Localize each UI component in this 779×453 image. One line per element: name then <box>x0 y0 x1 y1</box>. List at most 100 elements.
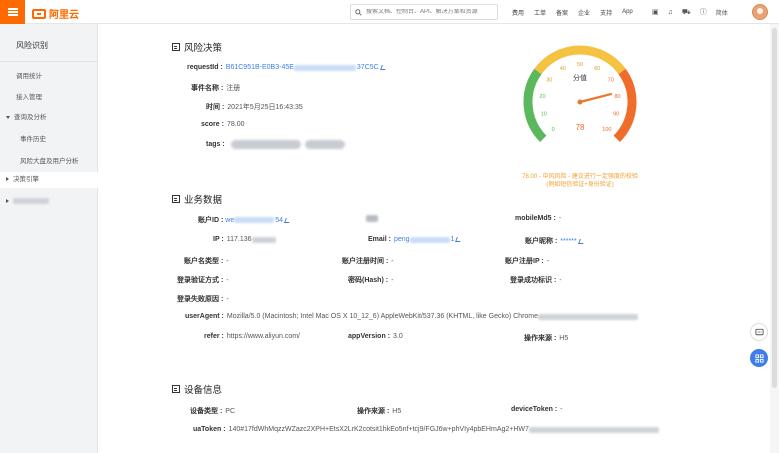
redacted-text <box>234 217 275 223</box>
mobile-label: mobileMd5 : <box>515 215 556 222</box>
language-selector[interactable]: 简体 <box>716 8 728 17</box>
user-agent-label: userAgent : <box>185 313 224 320</box>
app-version-value: 3.0 <box>393 333 403 340</box>
account-type-value: - <box>226 257 229 265</box>
sidebar-item-access-management[interactable]: 接入管理 <box>16 91 42 101</box>
scrollbar-thumb[interactable] <box>772 28 777 388</box>
email-value[interactable]: peng <box>394 236 410 243</box>
nav-link-support[interactable]: 支持 <box>600 8 612 17</box>
global-search[interactable] <box>350 4 498 20</box>
device-token-value: - <box>560 406 563 413</box>
gauge-tick-label: 20 <box>539 94 545 100</box>
apps-float-button[interactable] <box>750 349 768 367</box>
request-id-value[interactable]: B61C951B-E0B3-45E <box>226 64 294 71</box>
top-links: 费用 工单 备案 企业 支持 App <box>512 0 633 24</box>
nav-link-tickets[interactable]: 工单 <box>534 8 546 17</box>
sidebar-item-usage-stats[interactable]: 调用统计 <box>16 70 42 80</box>
top-icons: ▣ ♫ ⛟ ⓘ 简体 <box>652 0 728 24</box>
gauge-tick-label: 80 <box>614 94 620 100</box>
gauge-arc-high <box>613 68 637 142</box>
gauge-note-line1: 78.00 - 中风风险 - 建议进行一定强度的校验 <box>522 174 638 180</box>
register-ip-value: - <box>546 257 550 265</box>
redacted-text <box>528 426 659 433</box>
top-navbar: 阿里云 费用 工单 备案 企业 支持 App ▣ ♫ ⛟ ⓘ 简体 <box>0 0 779 24</box>
sidebar-item-query-analysis[interactable]: 查询及分析 <box>6 111 47 121</box>
score-label: score : <box>201 121 224 128</box>
op-source-label: 操作来源 : <box>524 335 557 342</box>
nickname-label: 账户昵称 : <box>525 238 558 245</box>
sidebar-item-decision-engine[interactable]: 决策引擎 <box>0 172 98 188</box>
score-value: 78.00 <box>226 121 245 128</box>
sidebar: 风险识别 调用统计 接入管理 查询及分析 事件历史 风险大盘及用户分析 决策引擎 <box>0 24 98 453</box>
nav-link-fees[interactable]: 费用 <box>512 8 524 17</box>
app-version-row: appVersion : 3.0 <box>348 333 403 340</box>
bell-icon[interactable]: ♫ <box>668 9 673 16</box>
event-name-label: 事件名称 : <box>191 85 224 92</box>
register-time-row: 账户注册时间 : - <box>342 256 394 266</box>
register-time-label: 账户注册时间 : <box>342 258 389 265</box>
password-label: 密码(Hash) : <box>348 277 389 284</box>
nav-link-app[interactable]: App <box>622 9 633 15</box>
section-icon <box>172 385 180 393</box>
ip-label: IP : <box>213 236 224 243</box>
nav-link-enterprise[interactable]: 企业 <box>578 8 590 17</box>
ua-token-label: uaToken : <box>193 426 226 433</box>
section-risk-decision-title: 风险决策 <box>172 40 222 54</box>
gauge-needle <box>578 92 613 104</box>
section-device-title: 设备信息 <box>172 382 222 396</box>
account-id-value[interactable]: we <box>225 217 234 224</box>
gauge-tick-label: 30 <box>546 78 552 84</box>
edit-icon[interactable] <box>455 237 463 242</box>
aliyun-logo[interactable]: 阿里云 <box>32 6 79 21</box>
login-fail-value: - <box>226 295 229 303</box>
account-id-tail[interactable]: 54 <box>275 217 283 224</box>
ua-token-value: 140#17fdWhMqzzWZazc2XPH+EtsX2LrK2cotsit1… <box>228 426 529 433</box>
edit-icon[interactable] <box>379 65 387 70</box>
request-id-tail[interactable]: 37C5C <box>357 64 379 71</box>
sidebar-item-redacted[interactable] <box>6 198 49 205</box>
terminal-icon[interactable]: ▣ <box>652 8 659 16</box>
tags-label: tags : <box>206 141 225 148</box>
help-icon[interactable]: ⓘ <box>700 7 707 17</box>
login-method-label: 登录验证方式 : <box>177 277 224 284</box>
sidebar-item-label: 查询及分析 <box>14 114 47 121</box>
refer-value: https://www.aliyun.com/ <box>226 333 300 340</box>
nav-link-icp[interactable]: 备案 <box>556 8 568 17</box>
avatar[interactable] <box>752 4 768 20</box>
account-id-label: 账户ID : <box>198 217 224 224</box>
sidebar-item-event-history[interactable]: 事件历史 <box>20 133 46 143</box>
ip-row: IP : 117.136 <box>213 236 276 243</box>
user-agent-row: userAgent : Mozilla/5.0 (Macintosh; Inte… <box>185 313 639 320</box>
edit-icon[interactable] <box>577 238 585 244</box>
redacted-row <box>366 215 378 222</box>
redacted-text <box>251 236 276 243</box>
login-method-value: - <box>226 276 229 284</box>
sidebar-title: 风险识别 <box>16 41 48 50</box>
event-name-row: 事件名称 : 注册 <box>191 83 240 93</box>
sidebar-item-risk-dashboard[interactable]: 风险大盘及用户分析 <box>20 155 79 165</box>
sidebar-divider <box>0 61 98 62</box>
device-token-label: deviceToken : <box>511 406 558 413</box>
chat-float-button[interactable] <box>750 323 768 341</box>
gauge-hub <box>577 99 583 105</box>
login-success-label: 登录成功标识 : <box>510 277 557 284</box>
gauge-tick-label: 60 <box>594 66 600 72</box>
search-icon <box>355 8 362 16</box>
hamburger-menu-button[interactable] <box>0 0 25 24</box>
redacted-text <box>538 313 639 320</box>
cart-icon[interactable]: ⛟ <box>682 8 691 17</box>
search-input[interactable] <box>366 9 486 15</box>
gauge-tick-label: 40 <box>560 66 566 72</box>
chat-icon <box>754 328 764 335</box>
gauge-tick-label: 90 <box>613 112 619 118</box>
gauge-tick-label: 0 <box>552 127 555 133</box>
nickname-value[interactable]: ****** <box>560 238 576 245</box>
gauge-risk-note: 78.00 - 中风风险 - 建议进行一定强度的校验 (例如短信验证+身份验证) <box>500 173 660 189</box>
request-id-label: requestId : <box>187 64 223 71</box>
account-type-row: 账户名类型 : - <box>184 256 229 266</box>
refer-label: refer : <box>204 333 224 340</box>
section-icon <box>172 195 180 203</box>
login-method-row: 登录验证方式 : - <box>177 275 229 285</box>
edit-icon[interactable] <box>284 217 291 223</box>
tags-list <box>230 140 349 149</box>
